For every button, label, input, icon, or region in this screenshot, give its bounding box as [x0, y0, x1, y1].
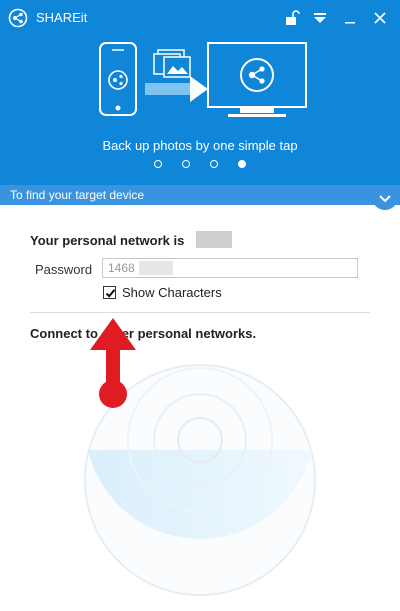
title-bar: SHAREit: [0, 0, 400, 36]
network-title: Your personal network is: [30, 233, 185, 248]
section-divider: [30, 312, 370, 313]
minimize-icon[interactable]: [340, 8, 360, 28]
hero-banner: SHAREit Back up photos by one simple tap: [0, 0, 400, 185]
carousel-dot[interactable]: [210, 160, 218, 168]
annotation-arrow: [90, 318, 136, 408]
password-redacted: [139, 261, 173, 275]
window-title: SHAREit: [36, 10, 88, 25]
find-device-label: To find your target device: [10, 188, 145, 202]
chevron-down-icon: [379, 195, 391, 203]
checkmark-icon: [105, 289, 116, 298]
password-label: Password: [35, 262, 93, 277]
show-characters-option[interactable]: Show Characters: [103, 285, 222, 300]
shareit-logo-icon: [8, 8, 28, 28]
find-device-bar[interactable]: To find your target device: [0, 185, 400, 205]
network-name-redacted: [196, 231, 232, 248]
carousel-dot-active[interactable]: [238, 160, 246, 168]
show-characters-checkbox[interactable]: [103, 286, 116, 299]
carousel-dot[interactable]: [154, 160, 162, 168]
unlock-icon[interactable]: [282, 8, 302, 28]
collapse-toggle[interactable]: [372, 190, 398, 210]
close-icon[interactable]: [370, 8, 390, 28]
show-characters-label: Show Characters: [122, 285, 222, 300]
carousel-dot[interactable]: [182, 160, 190, 168]
password-value: 1468: [108, 261, 135, 275]
carousel-pagination: [0, 160, 400, 172]
backup-illustration: [99, 42, 307, 117]
dropdown-menu-icon[interactable]: [310, 8, 330, 28]
hero-tagline: Back up photos by one simple tap: [102, 138, 298, 153]
password-field[interactable]: 1468: [102, 258, 358, 278]
